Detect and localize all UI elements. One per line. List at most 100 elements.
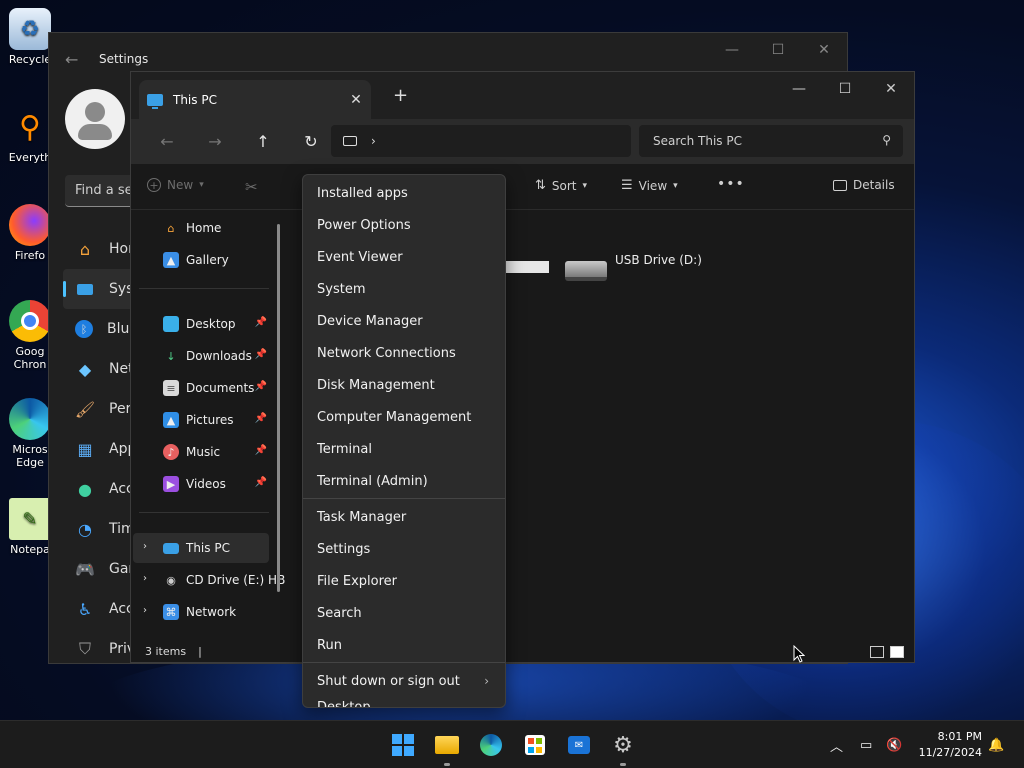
address-input[interactable]: › [331, 125, 631, 157]
search-input[interactable]: Search This PC ⚲ [639, 125, 903, 157]
network-icon: ⌘ [163, 604, 179, 620]
menu-item-power-options[interactable]: Power Options [303, 209, 505, 241]
view-toggle [870, 646, 904, 658]
folder-icon [435, 736, 459, 754]
up-button[interactable]: ↑ [239, 127, 287, 157]
chevron-right-icon[interactable]: › [143, 605, 147, 616]
sidebar-item-music[interactable]: ♪ Music 📌 [133, 437, 269, 467]
taskbar-outlook[interactable]: ✉ [565, 731, 593, 759]
maximize-button[interactable]: ☐ [755, 33, 801, 67]
edge-icon [480, 734, 502, 756]
cut-button[interactable]: ✂ [245, 178, 258, 196]
menu-item-event-viewer[interactable]: Event Viewer [303, 241, 505, 273]
sidebar-item-cd-drive[interactable]: › ◉ CD Drive (E:) HB [133, 565, 285, 595]
avatar[interactable] [65, 89, 125, 149]
pin-icon[interactable]: 📌 [255, 349, 267, 360]
sidebar-item-home[interactable]: ⌂ Home [133, 213, 269, 243]
chevron-right-icon[interactable]: › [143, 541, 147, 552]
sidebar-item-gallery[interactable]: ▲ Gallery [133, 245, 269, 275]
edge-icon [9, 398, 51, 440]
tray-network[interactable]: ▭ [860, 721, 872, 768]
sidebar-item-documents[interactable]: ≡ Documents 📌 [133, 373, 269, 403]
tray-overflow-button[interactable]: ︿ [830, 721, 843, 768]
chevron-down-icon: ▾ [199, 180, 204, 190]
explorer-sidebar: ⌂ Home ▲ Gallery Desktop 📌 ↓ Downloads 📌 ≡ Doc… [131, 210, 285, 640]
pin-icon[interactable]: 📌 [255, 381, 267, 392]
sidebar-item-desktop[interactable]: Desktop 📌 [133, 309, 269, 339]
back-button[interactable]: ← [143, 127, 191, 157]
file-explorer-window[interactable]: This PC ✕ + — ☐ ✕ ← → ↑ ↻ › Search This … [130, 71, 915, 663]
forward-button[interactable]: → [191, 127, 239, 157]
minimize-button[interactable]: — [709, 33, 755, 67]
arrow-left-icon: ← [160, 132, 174, 151]
pin-icon[interactable]: 📌 [255, 477, 267, 488]
close-button[interactable]: ✕ [801, 33, 847, 67]
pin-icon[interactable]: 📌 [255, 413, 267, 424]
home-icon: ⌂ [79, 239, 91, 259]
tiles-view-icon[interactable] [890, 646, 904, 658]
menu-item-desktop[interactable]: Desktop [303, 697, 505, 707]
menu-item-disk-management[interactable]: Disk Management [303, 369, 505, 401]
view-button[interactable]: ☰ View ▾ [621, 178, 678, 193]
sidebar-item-videos[interactable]: ▶ Videos 📌 [133, 469, 269, 499]
menu-item-file-explorer[interactable]: File Explorer [303, 565, 505, 597]
music-icon: ♪ [163, 444, 179, 460]
chevron-right-icon[interactable]: › [371, 134, 376, 148]
notification-button[interactable]: 🔔 [988, 721, 1004, 768]
this-pc-icon [147, 93, 163, 109]
tray-volume[interactable]: 🔇 [886, 721, 902, 768]
taskbar-store[interactable] [521, 731, 549, 759]
gear-icon: ⚙ [613, 732, 633, 758]
sidebar-item-downloads[interactable]: ↓ Downloads 📌 [133, 341, 269, 371]
sidebar-item-network[interactable]: › ⌘ Network [133, 597, 269, 627]
winx-context-menu: Installed apps Power Options Event Viewe… [302, 174, 506, 708]
mouse-cursor-icon [793, 645, 805, 663]
tab-this-pc[interactable]: This PC ✕ [139, 80, 371, 119]
network-status-icon: ▭ [860, 737, 873, 753]
more-options-button[interactable]: ••• [717, 176, 745, 192]
minimize-button[interactable]: — [776, 72, 822, 106]
explorer-tabbar[interactable]: This PC ✕ + — ☐ ✕ [131, 72, 914, 119]
menu-item-system[interactable]: System [303, 273, 505, 305]
details-button[interactable]: Details [833, 178, 895, 192]
pin-icon[interactable]: 📌 [255, 317, 267, 328]
chevron-down-icon: ▾ [673, 180, 678, 191]
close-tab-icon[interactable]: ✕ [341, 92, 371, 108]
menu-item-terminal-admin[interactable]: Terminal (Admin) [303, 465, 505, 497]
pictures-icon: ▲ [163, 412, 179, 428]
menu-item-installed-apps[interactable]: Installed apps [303, 177, 505, 209]
taskbar-settings[interactable]: ⚙ [609, 731, 637, 766]
gaming-icon: 🎮 [75, 559, 95, 579]
close-button[interactable]: ✕ [868, 72, 914, 106]
menu-item-shutdown[interactable]: Shut down or sign out › [303, 665, 505, 697]
refresh-button[interactable]: ↻ [287, 127, 335, 157]
menu-item-computer-management[interactable]: Computer Management [303, 401, 505, 433]
pin-icon[interactable]: 📌 [255, 445, 267, 456]
chevron-right-icon[interactable]: › [143, 573, 147, 584]
desktop-folder-icon [163, 316, 179, 332]
settings-window-controls: — ☐ ✕ [709, 33, 847, 67]
taskbar-edge[interactable] [477, 731, 505, 759]
sidebar-item-this-pc[interactable]: › This PC [133, 533, 269, 563]
back-arrow-icon[interactable]: ← [65, 50, 99, 69]
maximize-button[interactable]: ☐ [822, 72, 868, 106]
menu-item-terminal[interactable]: Terminal [303, 433, 505, 465]
menu-item-run[interactable]: Run [303, 629, 505, 661]
new-button[interactable]: + New ▾ [147, 178, 204, 192]
time-icon: ◔ [78, 519, 92, 539]
sidebar-item-pictures[interactable]: ▲ Pictures 📌 [133, 405, 269, 435]
drive-item-usb[interactable]: USB Drive (D:) [565, 253, 702, 281]
sort-button[interactable]: ⇅ Sort ▾ [535, 178, 587, 193]
menu-item-device-manager[interactable]: Device Manager [303, 305, 505, 337]
taskbar-clock[interactable]: 8:01 PM 11/27/2024 [919, 729, 982, 761]
taskbar-file-explorer[interactable] [433, 731, 461, 766]
menu-item-search[interactable]: Search [303, 597, 505, 629]
apps-icon: ▦ [77, 439, 93, 459]
menu-item-network-connections[interactable]: Network Connections [303, 337, 505, 369]
start-button[interactable] [389, 731, 417, 759]
sidebar-scrollbar[interactable] [277, 224, 280, 592]
menu-item-settings[interactable]: Settings [303, 533, 505, 565]
details-view-icon[interactable] [870, 646, 884, 658]
new-tab-button[interactable]: + [393, 85, 408, 106]
menu-item-task-manager[interactable]: Task Manager [303, 501, 505, 533]
